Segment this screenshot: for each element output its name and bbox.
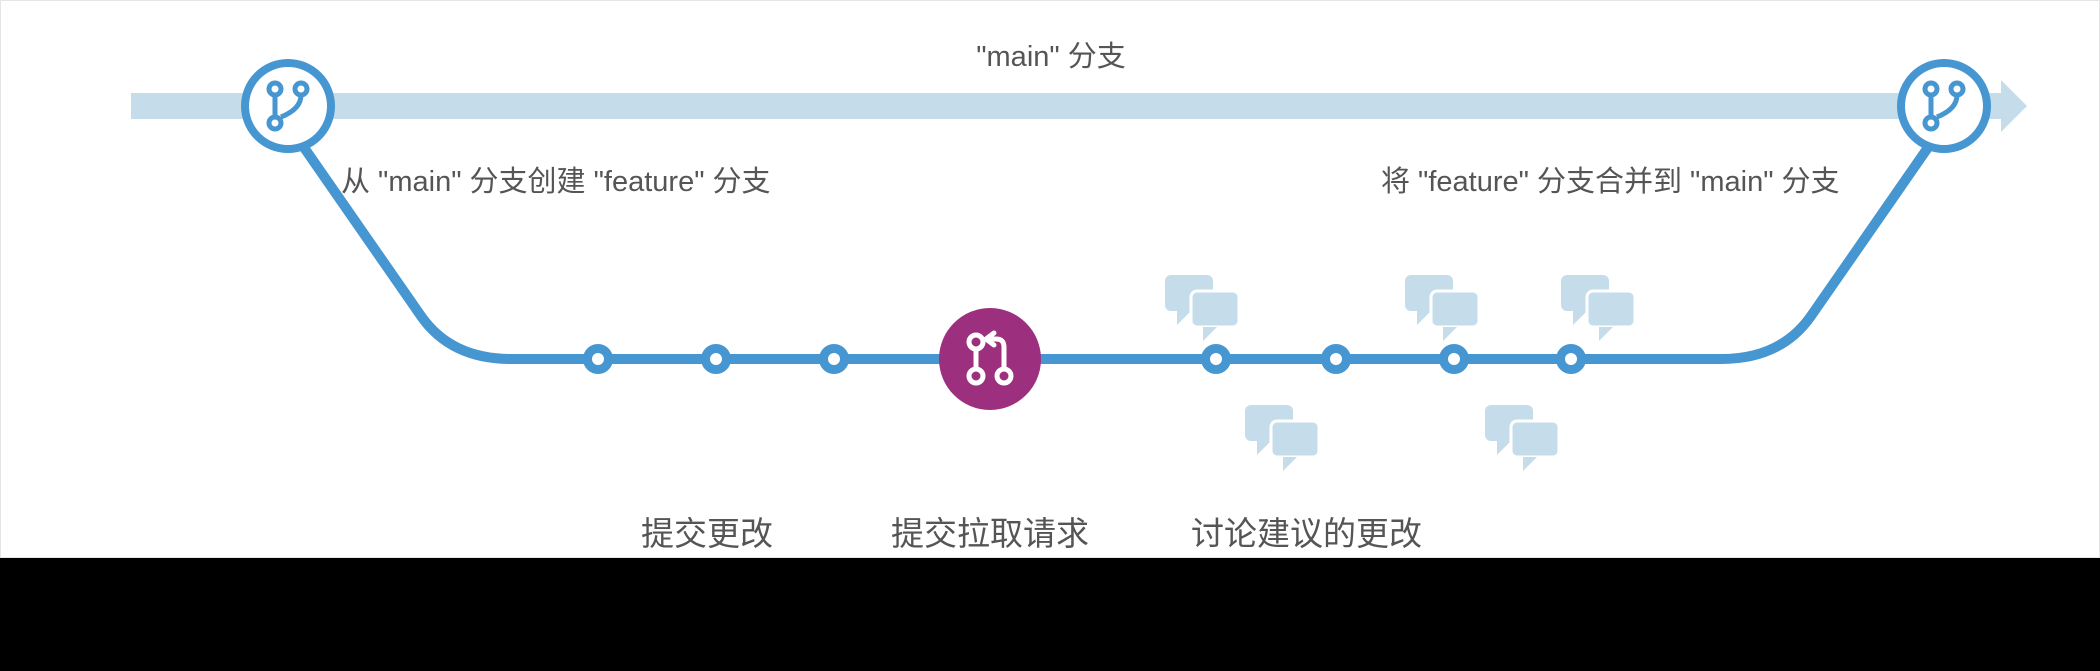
merge-feature-label: 将 "feature" 分支合并到 "main" 分支	[1381, 158, 1840, 200]
commit-dot	[701, 344, 731, 374]
commit-dot	[1201, 344, 1231, 374]
pull-request-icon	[939, 308, 1041, 410]
branch-start-icon	[241, 59, 335, 153]
commit-changes-label: 提交更改	[641, 507, 773, 555]
commit-dot	[583, 344, 613, 374]
commit-dot	[1439, 344, 1469, 374]
submit-pr-label: 提交拉取请求	[891, 507, 1089, 555]
gitflow-diagram: "main" 分支 从 "main" 分支创建 "feature" 分支 将 "…	[0, 0, 2100, 558]
create-feature-label: 从 "main" 分支创建 "feature" 分支	[341, 158, 771, 200]
comment-bubbles-icon	[1241, 401, 1323, 471]
comment-bubbles-icon	[1161, 271, 1243, 341]
commit-dot	[819, 344, 849, 374]
comment-bubbles-icon	[1481, 401, 1563, 471]
commit-dot	[1321, 344, 1351, 374]
comment-bubbles-icon	[1401, 271, 1483, 341]
branch-merge-icon	[1897, 59, 1991, 153]
commit-dot	[1556, 344, 1586, 374]
discuss-changes-label: 讨论建议的更改	[1191, 507, 1422, 555]
comment-bubbles-icon	[1557, 271, 1639, 341]
